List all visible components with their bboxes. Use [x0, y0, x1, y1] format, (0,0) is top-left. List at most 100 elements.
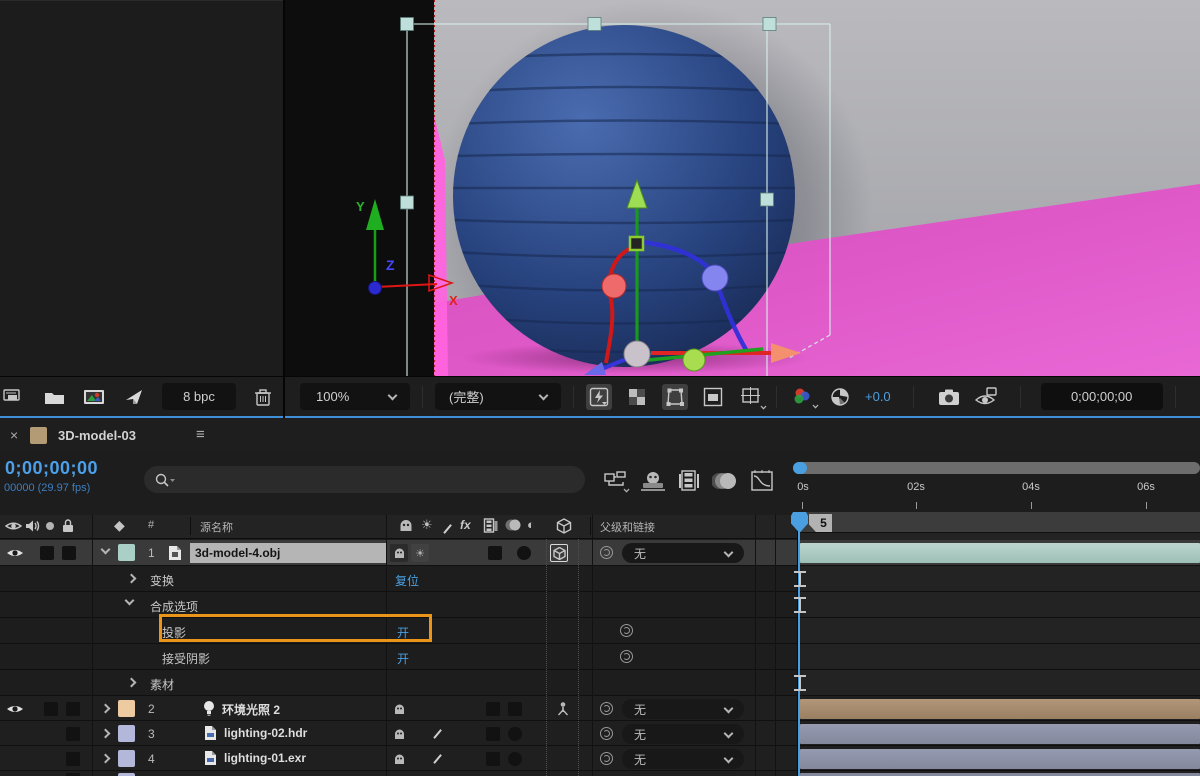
quality-switch[interactable] [390, 750, 408, 768]
lock-toggle[interactable] [66, 752, 80, 766]
expand-chevron[interactable] [100, 544, 111, 555]
parent-pickwhip-icon[interactable] [600, 702, 613, 715]
motion-blur-switch[interactable] [488, 546, 502, 560]
expression-pickwhip-icon[interactable] [620, 624, 633, 637]
layer-row-2[interactable]: 2 环境光照 2 无 [0, 696, 1200, 721]
adjustment-switch[interactable] [508, 752, 522, 766]
interpret-footage-icon[interactable] [2, 384, 28, 410]
parent-pickwhip-icon[interactable] [600, 727, 613, 740]
3d-layer-switch[interactable] [550, 544, 568, 562]
property-row-material[interactable]: 素材 [0, 670, 1200, 696]
layer-row-5-partial[interactable] [0, 771, 1200, 776]
snapshot-icon[interactable] [936, 384, 962, 410]
parent-dropdown[interactable]: 无 [622, 724, 744, 744]
motion-blur-switch[interactable] [486, 727, 500, 741]
expand-chevron[interactable] [100, 703, 111, 714]
layer-row-1[interactable]: 1 3d-model-4.obj ☀ 无 [0, 540, 1200, 566]
layer-row-4[interactable]: 4 lighting-01.exr 无 [0, 746, 1200, 771]
solo-toggle[interactable] [40, 546, 54, 560]
magnification-dropdown[interactable]: 100% [300, 383, 410, 410]
new-composition-icon[interactable] [82, 384, 108, 410]
motion-blur-icon[interactable] [712, 471, 738, 491]
collapse-chevron[interactable] [124, 595, 135, 606]
current-time-display[interactable]: 0;00;00;00 [5, 458, 98, 479]
region-of-interest-icon[interactable] [700, 384, 726, 410]
lock-toggle[interactable] [66, 727, 80, 741]
close-tab-button[interactable]: × [10, 427, 18, 443]
adjustment-switch[interactable] [508, 727, 522, 741]
shy-frame-icon[interactable] [678, 470, 700, 492]
timeline-hscrollbar[interactable] [793, 462, 1200, 474]
show-snapshot-icon[interactable] [974, 384, 1000, 410]
transparency-grid-icon[interactable] [624, 384, 650, 410]
exposure-icon[interactable] [827, 384, 853, 410]
motion-blur-switch[interactable] [486, 702, 500, 716]
green-handle[interactable] [682, 348, 706, 372]
layer-name[interactable]: 环境光照 2 [222, 701, 280, 718]
effects-switch[interactable]: ☀ [411, 544, 429, 562]
timeline-search-input[interactable] [144, 466, 585, 493]
expand-chevron[interactable] [126, 573, 137, 584]
panel-divider[interactable] [283, 0, 285, 418]
layer-name[interactable]: 3d-model-4.obj [190, 543, 386, 563]
parent-dropdown[interactable]: 无 [622, 699, 744, 719]
bpc-button[interactable]: 8 bpc [162, 383, 236, 410]
property-label[interactable]: 变换 [150, 572, 174, 589]
reset-link[interactable]: 复位 [395, 572, 419, 589]
z-axis-handle[interactable] [368, 281, 382, 295]
preview-time-display[interactable]: 0;00;00;00 [1040, 383, 1163, 410]
expression-pickwhip-icon[interactable] [620, 650, 633, 663]
trash-icon[interactable] [250, 384, 276, 410]
graph-editor-icon[interactable] [750, 470, 774, 492]
parent-dropdown[interactable]: 无 [622, 749, 744, 769]
comp-mini-flowchart-icon[interactable] [604, 471, 630, 493]
layer-duration-bar[interactable] [800, 724, 1200, 744]
expand-chevron[interactable] [100, 753, 111, 764]
quality-switch[interactable] [390, 544, 408, 562]
eye-icon[interactable] [6, 547, 24, 559]
property-row-accepts-shadows[interactable]: 接受阴影 开 [0, 644, 1200, 670]
exposure-value[interactable]: +0.0 [865, 389, 891, 404]
property-label[interactable]: 接受阴影 [162, 650, 210, 667]
quality-switch[interactable] [390, 700, 408, 718]
composition-viewport[interactable]: Y X Z [285, 0, 1200, 376]
parent-pickwhip-icon[interactable] [600, 752, 613, 765]
gizmo-center[interactable] [623, 340, 651, 368]
layer-name[interactable]: lighting-02.hdr [224, 726, 307, 740]
resolution-dropdown[interactable]: (完整) [435, 383, 561, 410]
layer-duration-bar[interactable] [800, 699, 1200, 719]
x-rotate-handle[interactable] [601, 273, 627, 299]
parent-link-column-header[interactable]: 父级和链接 [600, 519, 655, 535]
frame-blend-switch[interactable] [428, 725, 446, 743]
mask-visibility-icon[interactable] [662, 383, 688, 410]
layer-duration-bar[interactable] [800, 543, 1200, 563]
layer-duration-bar[interactable] [800, 749, 1200, 769]
layer-name[interactable]: lighting-01.exr [224, 751, 306, 765]
lock-toggle[interactable] [62, 546, 76, 560]
channel-icon[interactable] [789, 384, 819, 410]
layer-color-swatch[interactable] [118, 700, 135, 717]
parent-dropdown[interactable]: 无 [622, 543, 744, 563]
eye-icon[interactable] [6, 703, 24, 715]
layer-color-swatch[interactable] [118, 725, 135, 742]
project-panel[interactable] [0, 0, 283, 376]
fast-preview-icon[interactable] [586, 383, 612, 410]
panel-menu-icon[interactable]: ≡ [196, 426, 205, 443]
layer-row-3[interactable]: 3 lighting-02.hdr 无 [0, 721, 1200, 746]
adjustment-switch[interactable] [517, 546, 531, 560]
property-row-transform[interactable]: 变换 复位 [0, 566, 1200, 592]
y-scale-handle[interactable] [628, 235, 645, 252]
adjustment-switch[interactable] [508, 702, 522, 716]
draft-3d-icon[interactable] [640, 470, 666, 492]
lock-toggle[interactable] [66, 702, 80, 716]
send-icon[interactable] [122, 384, 148, 410]
accepts-shadows-value[interactable]: 开 [397, 650, 409, 667]
solo-toggle[interactable] [44, 702, 58, 716]
timeline-hscrollbar-handle[interactable] [793, 462, 807, 474]
playhead-line[interactable] [798, 512, 800, 776]
new-folder-icon[interactable] [42, 384, 68, 410]
expand-chevron[interactable] [100, 728, 111, 739]
frame-blend-switch[interactable] [428, 750, 446, 768]
work-area-bar[interactable] [797, 512, 1200, 533]
layer-color-swatch[interactable] [118, 750, 135, 767]
